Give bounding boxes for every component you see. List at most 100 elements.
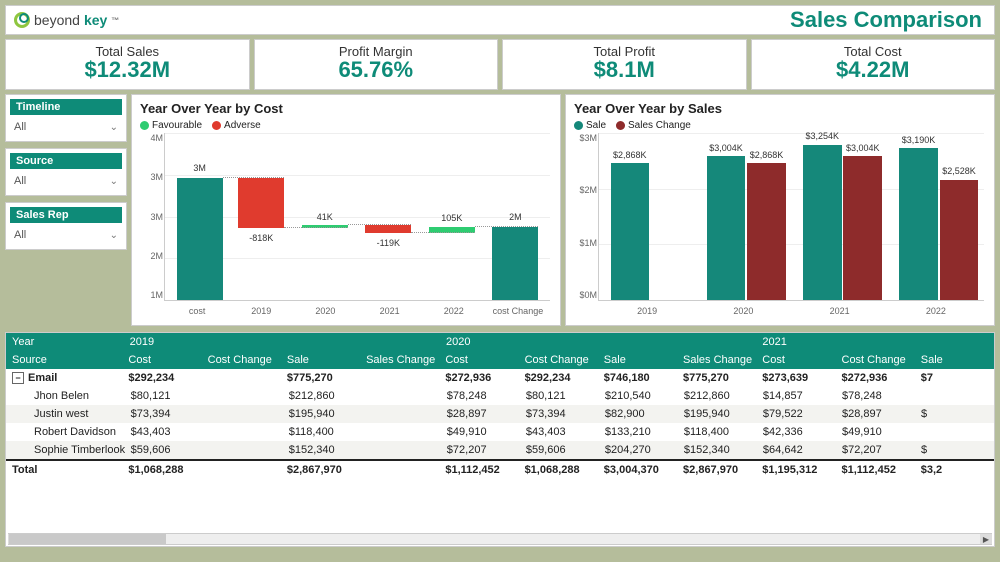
cost-chart-card[interactable]: Year Over Year by Cost Favourable Advers…: [131, 94, 561, 326]
cell: $133,210: [599, 423, 678, 441]
cell: $78,248: [441, 387, 520, 405]
col-header[interactable]: Cost: [439, 351, 518, 369]
total-label: Total: [6, 461, 122, 479]
cell: $2,867,970: [677, 461, 756, 479]
col-header[interactable]: Sale: [598, 351, 677, 369]
cell: [202, 461, 281, 479]
legend-adverse: Adverse: [212, 120, 261, 131]
header-2020[interactable]: 2020: [440, 333, 756, 351]
legend-sales-change: Sales Change: [616, 120, 691, 131]
col-header[interactable]: Cost: [122, 351, 201, 369]
col-header[interactable]: Sale: [281, 351, 360, 369]
chart-title: Year Over Year by Cost: [140, 101, 552, 116]
kpi-value: 65.76%: [255, 57, 498, 83]
table-row[interactable]: Justin west$73,394$195,940$28,897$73,394…: [6, 405, 994, 423]
scroll-right-icon[interactable]: ▶: [980, 534, 992, 544]
xtick: 2022: [422, 307, 486, 316]
col-header[interactable]: Cost Change: [519, 351, 598, 369]
cell: $1,112,452: [439, 461, 518, 479]
cell: $1,068,288: [519, 461, 598, 479]
matrix-header-cols: Source Cost Cost Change Sale Sales Chang…: [6, 351, 994, 369]
top-bar: beyondkey™ Sales Comparison: [5, 5, 995, 35]
bar-label: $2,868K: [750, 150, 784, 160]
cell: $3,2: [915, 461, 994, 479]
dropdown-value: All: [14, 121, 26, 133]
cell: $49,910: [441, 423, 520, 441]
filter-label: Source: [10, 153, 122, 169]
row-name: Sophie Timberlook: [6, 441, 125, 459]
kpi-total-profit: Total Profit $8.1M: [502, 39, 747, 90]
ytick: 3M: [141, 212, 163, 222]
kpi-value: $8.1M: [503, 57, 746, 83]
cell: $28,897: [836, 405, 915, 423]
header-2021[interactable]: 2021: [756, 333, 994, 351]
cell: $49,910: [836, 423, 915, 441]
timeline-dropdown[interactable]: All ⌄: [6, 115, 126, 141]
x-axis-ticks: cost 2019 2020 2021 2022 cost Change: [165, 307, 550, 316]
cell: $195,940: [678, 405, 757, 423]
xtick: 2019: [229, 307, 293, 316]
salesrep-dropdown[interactable]: All ⌄: [6, 223, 126, 249]
cell: [360, 461, 439, 479]
group-row-email[interactable]: −Email $292,234 $775,270 $272,936 $292,2…: [6, 369, 994, 387]
matrix-table[interactable]: Year 2019 2020 2021 Source Cost Cost Cha…: [5, 332, 995, 547]
header-year: Year: [6, 333, 124, 351]
table-row[interactable]: Sophie Timberlook$59,606$152,340$72,207$…: [6, 441, 994, 459]
cell: $7: [915, 369, 994, 387]
col-header[interactable]: Sales Change: [677, 351, 756, 369]
cell: $43,403: [520, 423, 599, 441]
filter-source: Source All ⌄: [5, 148, 127, 196]
cell: $59,606: [125, 441, 204, 459]
cell: $118,400: [678, 423, 757, 441]
cell: $210,540: [599, 387, 678, 405]
col-header[interactable]: Sale: [915, 351, 994, 369]
col-header[interactable]: Cost Change: [202, 351, 281, 369]
col-header[interactable]: Sales Change: [360, 351, 439, 369]
kpi-profit-margin: Profit Margin 65.76%: [254, 39, 499, 90]
cell: [204, 423, 283, 441]
collapse-icon[interactable]: −: [12, 372, 24, 384]
bar-label: $3,254K: [806, 131, 840, 141]
table-row[interactable]: Robert Davidson$43,403$118,400$49,910$43…: [6, 423, 994, 441]
source-dropdown[interactable]: All ⌄: [6, 169, 126, 195]
xtick: 2020: [293, 307, 357, 316]
kpi-value: $4.22M: [752, 57, 995, 83]
chevron-down-icon: ⌄: [110, 122, 118, 133]
col-header[interactable]: Cost Change: [836, 351, 915, 369]
scroll-thumb[interactable]: [9, 534, 166, 544]
cell: [362, 441, 441, 459]
ytick: $1M: [575, 238, 597, 248]
header-2019[interactable]: 2019: [124, 333, 440, 351]
filter-label: Sales Rep: [10, 207, 122, 223]
filter-label: Timeline: [10, 99, 122, 115]
chevron-down-icon: ⌄: [110, 176, 118, 187]
ytick: $2M: [575, 185, 597, 195]
cell: $64,642: [757, 441, 836, 459]
col-header[interactable]: Cost: [756, 351, 835, 369]
ytick: 1M: [141, 290, 163, 300]
cell: [204, 405, 283, 423]
y-axis-ticks: $3M $2M $1M $0M: [575, 133, 597, 300]
bar-label: -119K: [377, 238, 400, 248]
bar-label: $3,004K: [846, 143, 880, 153]
row-name: Robert Davidson: [6, 423, 125, 441]
page-title: Sales Comparison: [127, 7, 994, 33]
cell: $14,857: [757, 387, 836, 405]
xtick: 2022: [888, 307, 984, 316]
filter-panel: Timeline All ⌄ Source All ⌄ Sales Rep Al…: [5, 94, 127, 326]
cell: $2,867,970: [281, 461, 360, 479]
table-row[interactable]: Jhon Belen$80,121$212,860$78,248$80,121$…: [6, 387, 994, 405]
dropdown-value: All: [14, 175, 26, 187]
chevron-down-icon: ⌄: [110, 230, 118, 241]
brand-logo: beyondkey™: [6, 6, 127, 34]
cell: $43,403: [125, 423, 204, 441]
chart-legend: Favourable Adverse: [140, 120, 552, 131]
cell: [204, 387, 283, 405]
filter-salesrep: Sales Rep All ⌄: [5, 202, 127, 250]
cell: $775,270: [677, 369, 756, 387]
bar-label: $3,004K: [709, 143, 743, 153]
horizontal-scrollbar[interactable]: ◀ ▶: [8, 533, 992, 545]
cell: $272,936: [439, 369, 518, 387]
cell: $82,900: [599, 405, 678, 423]
sales-chart-card[interactable]: Year Over Year by Sales Sale Sales Chang…: [565, 94, 995, 326]
